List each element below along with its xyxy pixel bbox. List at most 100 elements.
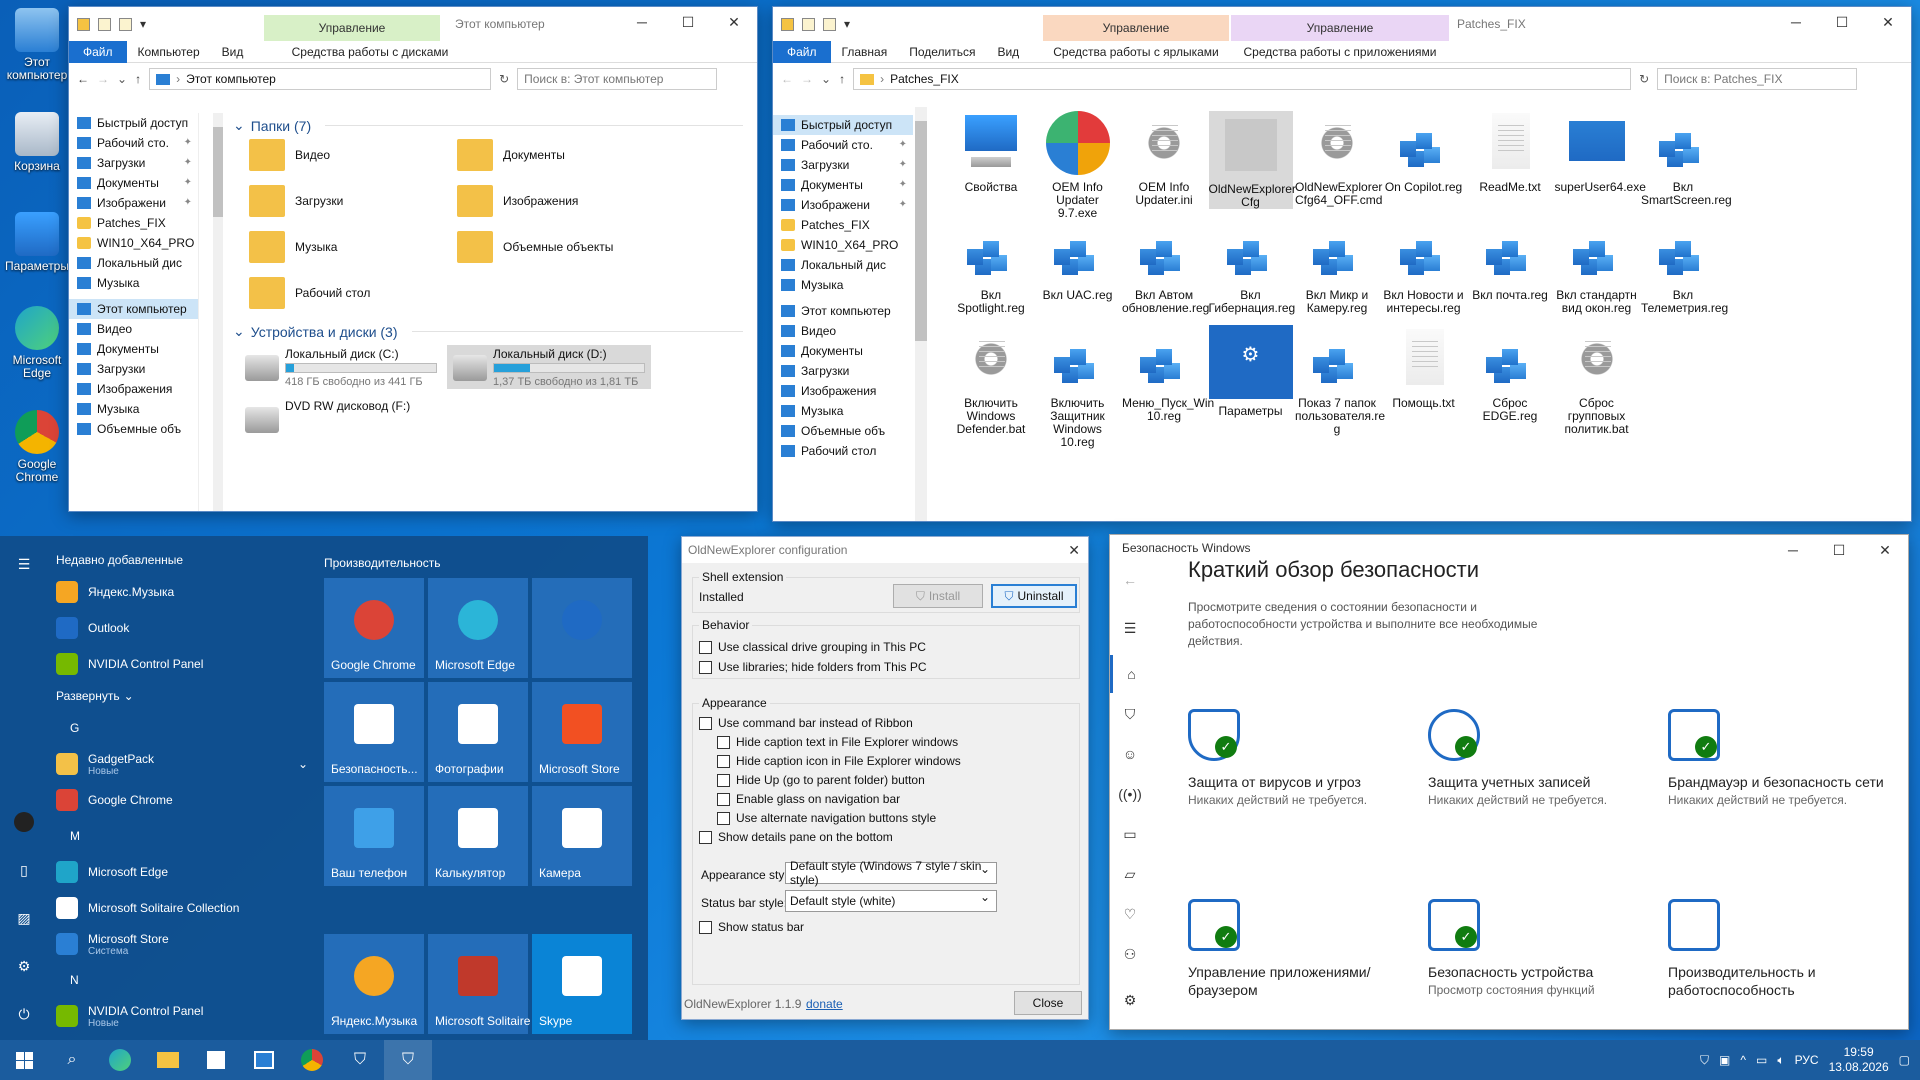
file-item[interactable]: Вкл SmartScreen.reg (1641, 111, 1732, 207)
quick-access-toolbar[interactable]: ▾ (69, 17, 146, 31)
file-item[interactable]: Вкл Микр и Камеру.reg (1295, 219, 1379, 315)
windows-security-window[interactable]: Безопасность Windows ─ ☐ ✕ ← ☰ ⌂ ⛉ ☺ ((•))… (1109, 534, 1909, 1030)
security-card[interactable]: ✓ Управление приложениями/браузером (1188, 899, 1408, 999)
nav-item[interactable]: WIN10_X64_PRO (773, 235, 913, 255)
file-item[interactable]: Вкл Автом обновление.reg (1122, 219, 1209, 315)
nav-item[interactable]: Рабочий сто. ✦ (773, 135, 913, 155)
outlook-icon[interactable] (240, 1040, 288, 1080)
nav-item[interactable]: Объемные объ (773, 421, 913, 441)
hamburger-icon[interactable]: ☰ (0, 540, 48, 588)
file-item[interactable]: Свойства (949, 111, 1033, 194)
edge-desktop-icon[interactable]: Microsoft Edge (4, 306, 70, 380)
refresh-icon[interactable]: ↻ (499, 72, 509, 86)
folder-item[interactable]: Изображения (457, 185, 578, 217)
properties-icon[interactable] (802, 17, 815, 31)
ribbon-tab[interactable]: Поделиться (898, 41, 986, 63)
start-tile[interactable]: Безопасность... (324, 682, 424, 782)
folder-item[interactable]: Рабочий стол (249, 277, 370, 309)
file-item[interactable]: Вкл Spotlight.reg (949, 219, 1033, 315)
quick-access-toolbar[interactable]: ▾ (773, 17, 850, 31)
ribbon-tab[interactable]: Компьютер (127, 41, 211, 63)
appearance-checkbox[interactable]: Use alternate navigation buttons style (717, 811, 936, 825)
appearance-checkbox[interactable]: Hide Up (go to parent folder) button (717, 773, 925, 787)
nav-item[interactable]: Рабочий стол (773, 441, 913, 461)
checkbox-box[interactable] (699, 716, 712, 730)
clock[interactable]: 19:59 13.08.2026 (1829, 1045, 1889, 1075)
nav-item[interactable]: Изображени ✦ (69, 193, 198, 213)
file-item[interactable]: ReadMe.txt (1468, 111, 1552, 194)
ribbon-tab[interactable]: Средства работы с дисками (282, 41, 458, 63)
close-icon[interactable]: ✕ (1068, 542, 1080, 559)
settings-gear-icon[interactable]: ⚙ (0, 942, 48, 990)
folder-item[interactable]: Объемные объекты (457, 231, 613, 263)
forward-arrow-icon[interactable]: → (801, 72, 813, 86)
nav-item[interactable]: Загрузки ✦ (69, 153, 198, 173)
search-icon[interactable]: ⌕ (48, 1040, 96, 1080)
file-explorer-icon[interactable] (144, 1040, 192, 1080)
start-app-item[interactable]: Google Chrome (56, 782, 308, 818)
checkbox-box[interactable] (699, 830, 712, 844)
start-app-item[interactable]: Яндекс.Музыка (56, 574, 308, 610)
start-menu[interactable]: ☰ ▯ ▨ ⚙ ⏻ Недавно добавленные Яндекс.Муз… (0, 536, 648, 1040)
store-icon[interactable] (192, 1040, 240, 1080)
start-rail[interactable]: ☰ ▯ ▨ ⚙ ⏻ (0, 536, 48, 1040)
address-box[interactable]: › Patches_FIX (853, 68, 1632, 90)
start-app-item[interactable]: NVIDIA Control Panel (56, 646, 308, 682)
minimize-icon[interactable]: ─ (1770, 535, 1816, 565)
nav-item[interactable]: Документы ✦ (69, 173, 198, 193)
nav-item[interactable]: Объемные объ (69, 419, 198, 439)
back-arrow-icon[interactable]: ← (77, 72, 89, 86)
checkbox-box[interactable] (717, 735, 730, 749)
folder-item[interactable]: Документы (457, 139, 565, 171)
nav-item[interactable]: Изображени ✦ (773, 195, 913, 215)
file-item[interactable]: Сброс EDGE.reg (1468, 327, 1552, 423)
behavior-checkbox[interactable]: Use classical drive grouping in This PC (699, 640, 926, 654)
ribbon-tab[interactable]: Главная (831, 41, 899, 63)
dialog-titlebar[interactable]: OldNewExplorer configuration ✕ (682, 537, 1088, 563)
folder-item[interactable]: Загрузки (249, 185, 343, 217)
chevron-up-icon[interactable]: ^ (1740, 1053, 1746, 1067)
nav-item[interactable]: Документы (773, 341, 913, 361)
file-item[interactable]: OldNewExplorer Cfg (1208, 111, 1296, 209)
nav-item[interactable]: Загрузки (773, 361, 913, 381)
uninstall-button[interactable]: ⛉ Uninstall (991, 584, 1077, 608)
chevron-down-icon[interactable]: ⌄ (233, 323, 245, 340)
folder-item[interactable]: Музыка (249, 231, 337, 263)
oldnewexplorer-dialog[interactable]: OldNewExplorer configuration ✕ Shell ext… (681, 536, 1089, 1020)
checkbox-box[interactable] (717, 773, 730, 787)
nav-item[interactable]: Видео (69, 319, 198, 339)
close-icon[interactable]: ✕ (711, 7, 757, 37)
start-tile[interactable]: Microsoft Edge (428, 578, 528, 678)
refresh-icon[interactable]: ↻ (1639, 72, 1649, 86)
install-button[interactable]: ⛉ Install (893, 584, 983, 608)
file-item[interactable]: Вкл UAC.reg (1036, 219, 1120, 302)
nav-item[interactable]: Patches_FIX (69, 213, 198, 233)
nav-item[interactable]: Локальный дис (773, 255, 913, 275)
file-grid[interactable]: Свойства OEM Info Updater 9.7.exe OEM Info… (929, 107, 1909, 521)
ribbon-tab[interactable]: Средства работы с приложениями (1231, 41, 1449, 63)
security-card[interactable]: ✓ Защита учетных записей Никаких действий … (1428, 709, 1648, 809)
network-nav-icon[interactable]: ((•)) (1110, 775, 1150, 813)
letter-header[interactable]: M (56, 818, 308, 854)
taskbar[interactable]: ⌕ ⛉ ⛉ ⛉ ▣ ^ ▭ 🔈︎ РУС 19:59 13.08.2026 ▢ (0, 1040, 1920, 1080)
context-tab-manage[interactable]: Управление (264, 15, 440, 41)
address-bar-row[interactable]: ← → ⌄ ↑ › Этот компьютер ↻ Поиск в: Этот … (69, 63, 757, 95)
drive-item[interactable]: DVD RW дисковод (F:) (239, 397, 443, 441)
start-tile[interactable]: Ваш телефон (324, 786, 424, 886)
navigation-pane[interactable]: Быстрый доступ Рабочий сто. ✦ Загрузки ✦ Доку… (773, 115, 913, 521)
letter-header[interactable]: N (56, 962, 308, 998)
navigation-pane[interactable]: Быстрый доступ Рабочий сто. ✦ Загрузки ✦ Доку… (69, 113, 199, 511)
file-item[interactable]: Вкл почта.reg (1468, 219, 1552, 302)
properties-icon[interactable] (98, 17, 111, 31)
ribbon-tab[interactable]: Файл (69, 40, 127, 63)
start-app-item[interactable]: GadgetPack Новые ⌄ (56, 746, 308, 782)
forward-arrow-icon[interactable]: → (97, 72, 109, 86)
nav-item[interactable]: Загрузки (69, 359, 198, 379)
search-box[interactable]: Поиск в: Этот компьютер (517, 68, 718, 90)
close-icon[interactable]: ✕ (1862, 535, 1908, 565)
recent-chevron-icon[interactable]: ⌄ (821, 72, 831, 86)
nav-item[interactable]: Изображения (773, 381, 913, 401)
language-indicator[interactable]: РУС (1795, 1053, 1819, 1067)
drive-item[interactable]: Локальный диск (C:) 418 ГБ свободно из 44… (239, 345, 443, 389)
appearance-checkbox[interactable]: Show details pane on the bottom (699, 830, 893, 844)
